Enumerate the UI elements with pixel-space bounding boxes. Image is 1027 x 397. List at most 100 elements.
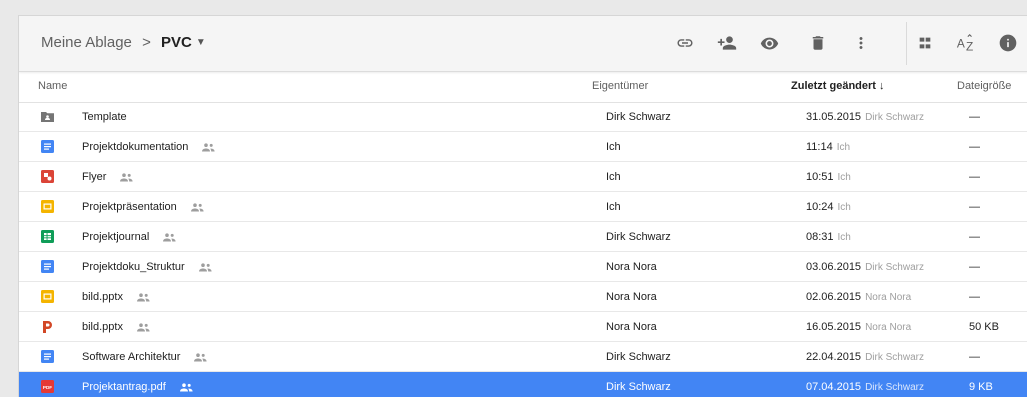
link-icon[interactable] xyxy=(672,30,698,56)
pdf-icon: PDF xyxy=(41,380,54,393)
breadcrumb-root[interactable]: Meine Ablage xyxy=(41,34,132,51)
sort-az-icon[interactable]: A Z xyxy=(953,30,979,56)
modified-date: 08:31 xyxy=(806,231,834,243)
breadcrumb-current-folder[interactable]: PVC ▼ xyxy=(161,34,206,51)
google-slides-icon xyxy=(41,290,54,303)
file-name: Projektdoku_Struktur xyxy=(82,261,185,273)
svg-text:A: A xyxy=(957,37,965,51)
file-owner: Ich xyxy=(606,171,621,183)
google-docs-icon xyxy=(41,140,54,153)
file-last-modified: 02.06.2015 Nora Nora xyxy=(806,291,911,303)
svg-text:PDF: PDF xyxy=(43,385,52,390)
add-person-icon[interactable] xyxy=(714,30,740,56)
modified-date: 10:24 xyxy=(806,201,834,213)
toolbar-divider xyxy=(906,22,907,65)
file-row[interactable]: Template Dirk Schwarz 31.05.2015 Dirk Sch… xyxy=(19,102,1027,132)
file-last-modified: 07.04.2015 Dirk Schwarz xyxy=(806,381,924,393)
file-last-modified: 31.05.2015 Dirk Schwarz xyxy=(806,111,924,123)
file-list: Template Dirk Schwarz 31.05.2015 Dirk Sch… xyxy=(19,102,1027,397)
file-size: — xyxy=(969,231,980,243)
file-row[interactable]: Projektjournal Dirk Schwarz 08:31 Ich — xyxy=(19,222,1027,252)
file-last-modified: 11:14 Ich xyxy=(806,141,850,153)
file-size: — xyxy=(969,111,980,123)
breadcrumb: Meine Ablage > PVC ▼ xyxy=(41,34,206,51)
shared-people-icon xyxy=(136,293,150,305)
file-size: — xyxy=(969,201,980,213)
file-last-modified: 10:51 Ich xyxy=(806,171,851,183)
column-name[interactable]: Name xyxy=(38,80,67,92)
shared-people-icon xyxy=(136,323,150,335)
modified-date: 10:51 xyxy=(806,171,834,183)
file-row[interactable]: bild.pptx Nora Nora 02.06.2015 Nora Nora … xyxy=(19,282,1027,312)
google-docs-icon xyxy=(41,260,54,273)
trash-icon[interactable] xyxy=(805,30,831,56)
column-owner[interactable]: Eigentümer xyxy=(592,80,648,92)
google-slides-icon xyxy=(41,200,54,213)
modified-date: 16.05.2015 xyxy=(806,321,862,333)
file-last-modified: 16.05.2015 Nora Nora xyxy=(806,321,911,333)
file-owner: Ich xyxy=(606,201,621,213)
modified-date: 07.04.2015 xyxy=(806,381,862,393)
file-owner: Ich xyxy=(606,141,621,153)
file-last-modified: 03.06.2015 Dirk Schwarz xyxy=(806,261,924,273)
eye-icon[interactable] xyxy=(756,30,782,56)
modified-by: Ich xyxy=(837,172,851,183)
drive-file-browser: Meine Ablage > PVC ▼ A Z Name Eigentümer… xyxy=(18,15,1027,397)
more-vert-icon[interactable] xyxy=(848,30,874,56)
file-row[interactable]: Flyer Ich 10:51 Ich — xyxy=(19,162,1027,192)
file-owner: Dirk Schwarz xyxy=(606,351,671,363)
file-size: — xyxy=(969,291,980,303)
chevron-down-icon[interactable]: ▼ xyxy=(196,37,206,48)
file-last-modified: 08:31 Ich xyxy=(806,231,851,243)
file-last-modified: 10:24 Ich xyxy=(806,201,851,213)
shared-people-icon xyxy=(194,353,208,365)
shared-people-icon xyxy=(120,173,134,185)
modified-by: Dirk Schwarz xyxy=(865,262,924,273)
file-owner: Nora Nora xyxy=(606,321,657,333)
file-owner: Nora Nora xyxy=(606,291,657,303)
file-size: — xyxy=(969,261,980,273)
modified-date: 22.04.2015 xyxy=(806,351,862,363)
info-icon[interactable] xyxy=(995,30,1021,56)
file-name: bild.pptx xyxy=(82,291,123,303)
svg-text:Z: Z xyxy=(966,39,973,53)
file-owner: Nora Nora xyxy=(606,261,657,273)
file-name: Projektdokumentation xyxy=(82,141,189,153)
shared-folder-icon xyxy=(41,110,54,123)
modified-date: 11:14 xyxy=(806,141,833,153)
column-last-modified[interactable]: Zuletzt geändert ↓ xyxy=(791,80,885,92)
modified-date: 02.06.2015 xyxy=(806,291,862,303)
google-drawings-icon xyxy=(41,170,54,183)
file-row[interactable]: bild.pptx Nora Nora 16.05.2015 Nora Nora … xyxy=(19,312,1027,342)
file-size: 9 KB xyxy=(969,381,993,393)
file-name: bild.pptx xyxy=(82,321,123,333)
modified-by: Dirk Schwarz xyxy=(865,382,924,393)
file-row[interactable]: PDF Projektantrag.pdf Dirk Schwarz 07.04… xyxy=(19,372,1027,397)
file-owner: Dirk Schwarz xyxy=(606,231,671,243)
toolbar: Meine Ablage > PVC ▼ A Z xyxy=(19,16,1027,72)
file-row[interactable]: Software Architektur Dirk Schwarz 22.04.… xyxy=(19,342,1027,372)
modified-by: Ich xyxy=(837,232,851,243)
modified-date: 31.05.2015 xyxy=(806,111,862,123)
google-sheets-icon xyxy=(41,230,54,243)
file-size: 50 KB xyxy=(969,321,999,333)
file-row[interactable]: Projektdokumentation Ich 11:14 Ich — xyxy=(19,132,1027,162)
file-last-modified: 22.04.2015 Dirk Schwarz xyxy=(806,351,924,363)
modified-by: Ich xyxy=(836,142,851,153)
file-name: Projektjournal xyxy=(82,231,150,243)
breadcrumb-separator: > xyxy=(142,34,151,51)
file-size: — xyxy=(969,351,980,363)
file-name: Projektantrag.pdf xyxy=(82,381,166,393)
shared-people-icon xyxy=(198,263,212,275)
grid-view-icon[interactable] xyxy=(912,30,938,56)
file-row[interactable]: Projektpräsentation Ich 10:24 Ich — xyxy=(19,192,1027,222)
shared-people-icon xyxy=(163,233,176,245)
shared-people-icon xyxy=(202,143,216,155)
file-name: Template xyxy=(82,111,127,123)
file-row[interactable]: Projektdoku_Struktur Nora Nora 03.06.201… xyxy=(19,252,1027,282)
powerpoint-icon xyxy=(41,320,54,333)
google-docs-icon xyxy=(41,350,54,363)
column-file-size[interactable]: Dateigröße xyxy=(957,80,1011,92)
shared-people-icon xyxy=(179,383,193,395)
modified-by: Nora Nora xyxy=(865,322,912,333)
